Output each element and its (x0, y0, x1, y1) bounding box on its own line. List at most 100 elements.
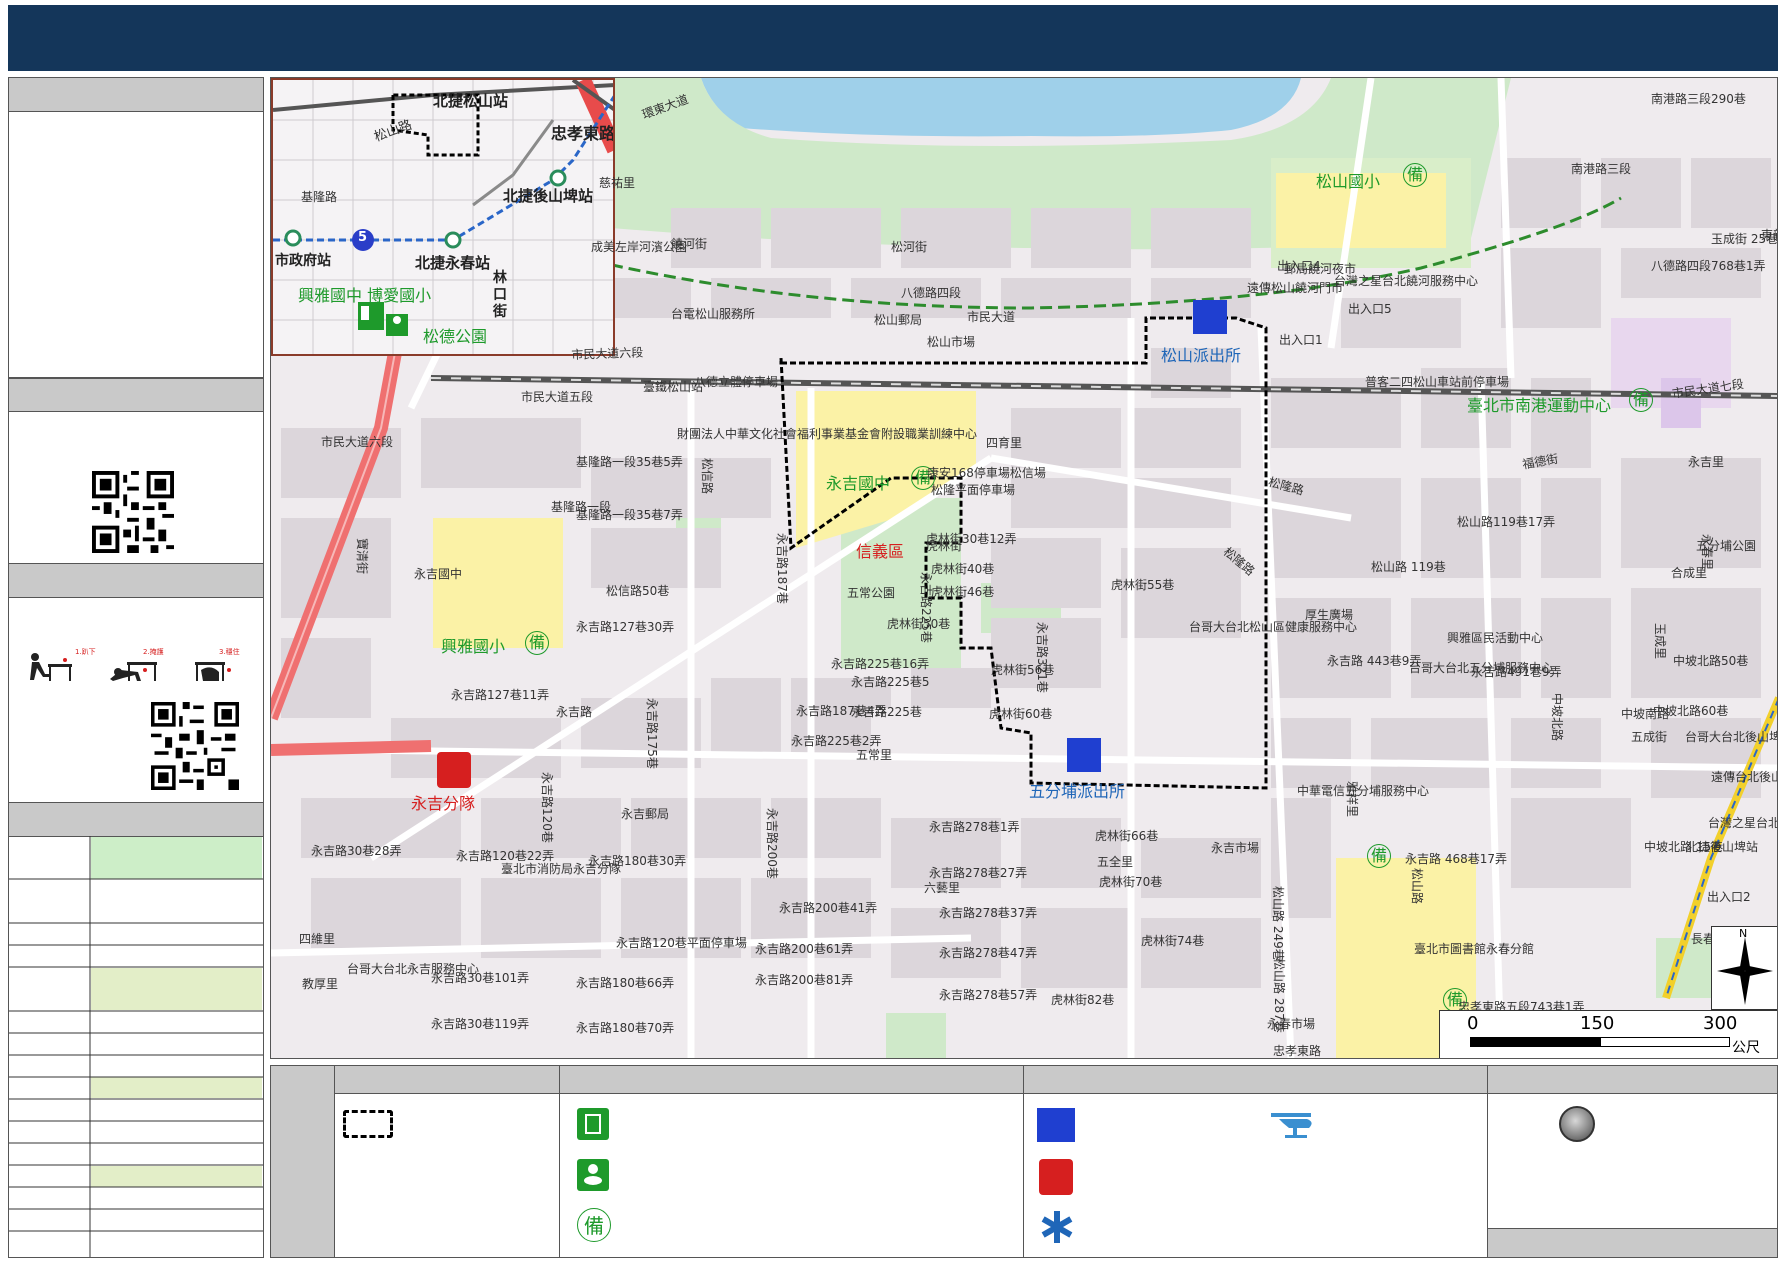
road-label: 四育里 (986, 436, 1023, 450)
road-label: 虎林街40巷 (931, 562, 995, 576)
inset-label-schools: 興雅國中 博愛國小 (298, 286, 432, 305)
road-label: 永吉路278巷37弄 (939, 906, 1038, 920)
fire-marker-yongji[interactable] (437, 752, 471, 788)
road-label: 合成里 (1671, 566, 1708, 580)
label-wufenpu-police: 五分埔派出所 (1029, 782, 1126, 801)
police-marker-wufenpu[interactable] (1067, 738, 1101, 772)
road-label: 永吉路30巷28弄 (311, 844, 402, 858)
road-label: 興雅區民活動中心 (1447, 631, 1544, 645)
label-xingya-elementary: 興雅國小 (441, 637, 506, 656)
legend-boundary-symbol (343, 1110, 393, 1138)
legend-top-header (335, 1066, 1777, 1094)
earthquake-panel-header (9, 564, 263, 598)
road-label: 財團法人中華文化社會福利事業基金會附設職業訓練中心 (677, 427, 978, 441)
road-label: 永吉路 468巷17弄 (1405, 852, 1507, 866)
road-label: 永吉路225巷5 (851, 675, 930, 689)
label-xinyi-district: 信義區 (856, 542, 905, 561)
road-label: 五成街 (1631, 730, 1668, 744)
legend-outdoor-shelter-icon (577, 1159, 609, 1191)
inset-map[interactable]: 北捷松山站 忠孝東路 北捷後山埤站 市政府站 北捷永春站 林口街 興雅國中 博愛… (271, 78, 615, 356)
road-label: 臺北市消防局永吉分隊 (501, 862, 622, 876)
road-label: 北捷後山埤站 (1686, 840, 1759, 854)
road-label: 虎林街66巷 (1095, 829, 1159, 843)
road-label: 松山路 (1410, 868, 1424, 905)
legend-medical-icon (1041, 1211, 1073, 1243)
scale-bar-black (1470, 1037, 1600, 1047)
road-label: 永吉路200巷41弄 (779, 901, 878, 915)
legend: 備 (270, 1065, 1778, 1258)
road-label: 台灣之星台北後山埤服務中心 (1708, 816, 1778, 830)
scale-bar-white (1600, 1037, 1730, 1047)
inset-label-zhongxiao: 忠孝東路 (551, 124, 615, 143)
road-label: 市民大道五段 (521, 390, 594, 404)
legend-gray-circle-icon (1559, 1106, 1595, 1142)
drop-cover-hold-icon: 1.趴下 2.掩護 3.穩住 (30, 648, 240, 681)
road-label: 永吉路 443巷9弄 (1327, 654, 1422, 668)
road-label: 忠孝東路 (1273, 1044, 1322, 1058)
road-label: 松信路 (700, 458, 714, 495)
road-label: 市民大道六段 (321, 435, 394, 449)
road-label: 永吉路200巷61弄 (755, 942, 854, 956)
road-label: 永吉路200巷 (765, 808, 779, 879)
road-label: 永吉路127巷11弄 (451, 688, 550, 702)
legend-helicopter-icon (1271, 1113, 1312, 1138)
bei-marker-4: 備 (525, 631, 549, 655)
legend-fire-icon (1039, 1159, 1073, 1195)
road-label: 厚生廣場 (1305, 608, 1354, 622)
road-label: 永吉路120巷 (540, 772, 554, 843)
bei-marker-1: 備 (1403, 163, 1427, 187)
road-label: 中坡北路50巷 (1673, 654, 1749, 668)
road-label: 台哥大台北永吉服務中心 (347, 962, 480, 976)
road-label: 東新街 (1761, 228, 1777, 242)
road-label: 四維里 (299, 932, 336, 946)
road-label: 玉成里 (1653, 623, 1667, 660)
inset-route-number: 5 (358, 230, 368, 245)
shelter-table (8, 802, 264, 1258)
police-marker-songshan[interactable] (1193, 300, 1227, 334)
qr-panel (8, 378, 264, 564)
main-map[interactable]: 北捷松山站 忠孝東路 北捷後山埤站 市政府站 北捷永春站 林口街 興雅國中 博愛… (270, 77, 1778, 1059)
bei-marker-5: 備 (1367, 844, 1391, 868)
road-label: 永吉郵局 (621, 807, 670, 821)
road-label: 虎林街70巷 (1099, 875, 1163, 889)
info-panel-header (9, 78, 263, 112)
road-label: 出入口4 (1277, 259, 1321, 273)
road-label: 六藝里 (924, 881, 961, 895)
road-label: 永吉路180巷66弄 (576, 976, 675, 990)
qr-code[interactable] (92, 471, 174, 553)
svg-text:2.掩護: 2.掩護 (143, 648, 164, 656)
road-label: 出入口5 (1348, 302, 1392, 316)
legend-divider-2 (1023, 1066, 1024, 1257)
svg-text:3.穩住: 3.穩住 (219, 648, 240, 656)
road-label: 中華電信五分埔服務中心 (1297, 784, 1430, 798)
road-label: 台哥大台北五分埔服務中心 (1409, 661, 1554, 675)
scale-unit: 公尺 (1732, 1040, 1760, 1056)
svg-text:1.趴下: 1.趴下 (75, 648, 96, 656)
road-label: 松山路 119巷 (1371, 560, 1446, 574)
road-label: 永吉里 (1688, 455, 1725, 469)
road-label: 遠傳松山饒河門市 (1247, 281, 1344, 295)
road-label: 寶清街 (355, 538, 369, 575)
road-label: 虎林街82巷 (1051, 993, 1115, 1007)
road-label: 慈祐里 (599, 176, 636, 190)
earthquake-panel: 1.趴下 2.掩護 3.穩住 (8, 563, 264, 803)
inset-label-yongchun: 北捷永春站 (415, 254, 491, 272)
road-label: 基隆路 (301, 190, 338, 204)
scale-tick-300: 300 (1703, 1013, 1738, 1034)
road-label: 永吉路225巷16弄 (831, 657, 930, 671)
scale-tick-150: 150 (1580, 1013, 1615, 1034)
shelter-table-grid (9, 836, 263, 1257)
road-label: 五全里 (1097, 855, 1134, 869)
road-label: 南港路三段 (1571, 162, 1632, 176)
road-label: 永吉路321巷 (1035, 622, 1049, 693)
road-label: 永吉路175巷 (645, 698, 659, 769)
road-label: 台電松山服務所 (671, 307, 756, 321)
inset-label-park: 松德公園 (423, 327, 488, 346)
compass-north-label: N (1739, 927, 1748, 940)
road-label: 雅祥里 (1345, 781, 1359, 818)
inset-label-linkou: 林口街 (493, 270, 507, 320)
qr-code-2[interactable] (151, 702, 239, 790)
road-label: 八德路四段 (901, 286, 962, 300)
road-label: 永吉路200巷81弄 (755, 973, 854, 987)
road-label: 遠傳台北後山埤門市 (1711, 770, 1777, 784)
